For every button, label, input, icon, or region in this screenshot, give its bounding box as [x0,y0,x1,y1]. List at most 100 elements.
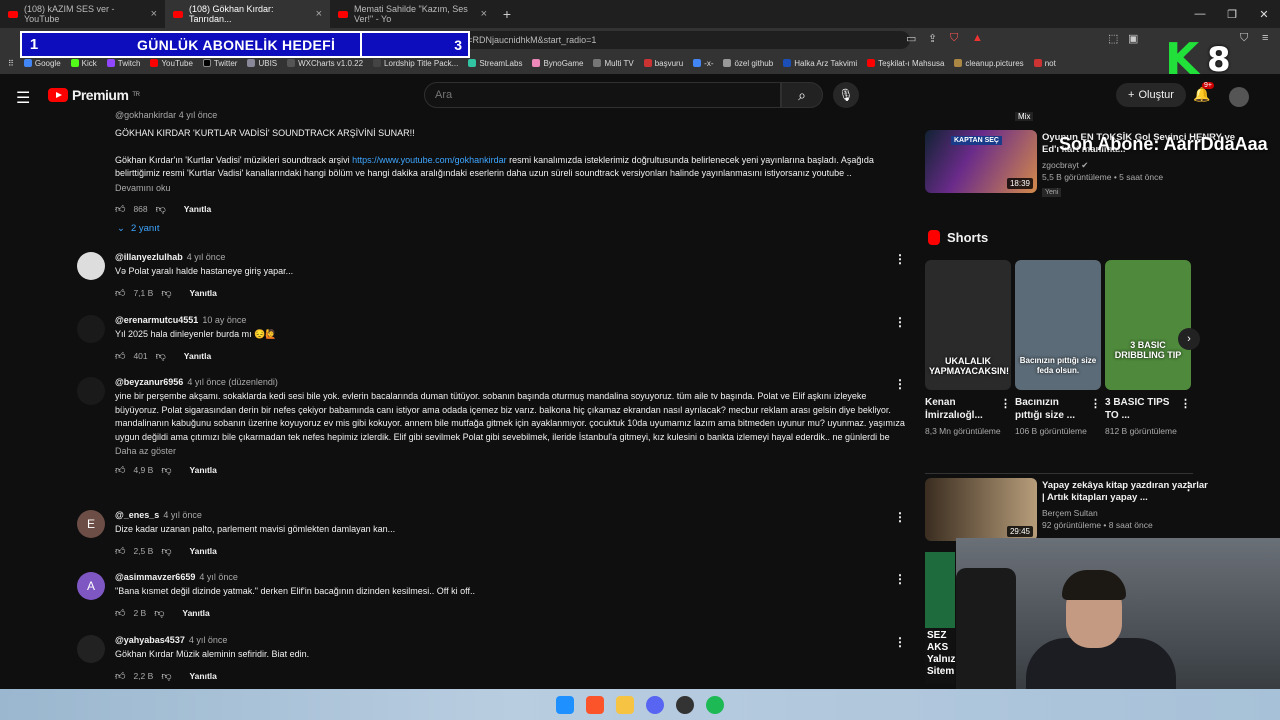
maximize-icon[interactable]: ❐ [1216,0,1248,28]
channel-name[interactable]: Berçem Sultan [1042,508,1098,518]
bookmark-twitch[interactable]: Twitch [106,59,140,68]
comment-time[interactable]: 4 yıl önce [199,572,238,582]
reply-button[interactable]: Yanıtla [189,465,216,475]
channel-name[interactable]: zgocbrayt [1042,160,1079,170]
discord-icon[interactable] [646,695,664,714]
dislike-icon[interactable]: 👎︎ [161,670,171,682]
bookmark-google[interactable]: Google [23,59,61,68]
comment-time[interactable]: 4 yıl önce [163,510,202,520]
comment-author[interactable]: @_enes_s [115,510,159,520]
comment-time[interactable]: 4 yıl önce (düzenlendi) [187,377,278,387]
comment-author[interactable]: @beyzanur6956 [115,377,183,387]
brave-icon[interactable] [586,695,604,714]
dislike-icon[interactable]: 👎︎ [156,203,166,215]
bookmark-ubis[interactable]: UBIS [247,59,277,68]
like-icon[interactable]: 👍︎ [115,545,125,557]
reply-button[interactable]: Yanıtla [182,608,209,618]
video-thumbnail[interactable]: KAPTAN SEÇ 18:39 [925,130,1037,193]
bookmark-kick[interactable]: Kick [70,59,97,68]
more-options-icon[interactable]: ⋮ [1000,398,1011,411]
avatar[interactable] [77,252,105,280]
close-icon[interactable]: × [481,8,487,20]
start-icon[interactable] [556,695,574,714]
brave-rewards-icon[interactable]: ▲ [972,32,983,44]
video-thumbnail[interactable]: 29:45 [925,478,1037,541]
share-icon[interactable]: ⇪ [928,32,937,45]
like-icon[interactable]: 👍︎ [115,287,125,299]
reply-button[interactable]: Yanıtla [189,671,216,681]
chevron-right-icon[interactable]: › [1178,328,1200,350]
bookmark-wxcharts[interactable]: WXCharts v1.0.22 [287,59,363,68]
menu-icon[interactable]: ☰ [16,88,30,108]
bookmark-streamlabs[interactable]: StreamLabs [468,59,522,68]
like-icon[interactable]: 👍︎ [115,203,125,215]
more-options-icon[interactable]: ⋮ [1090,398,1101,411]
short-thumbnail[interactable]: Bacınızın pıttığı size feda olsun. [1015,260,1101,390]
obs-icon[interactable] [676,695,694,714]
apps-icon[interactable]: ⠿ [8,59,14,68]
dislike-icon[interactable]: 👎︎ [156,350,166,362]
search-input[interactable] [424,82,781,108]
new-tab-icon[interactable]: + [495,6,519,22]
comment-time[interactable]: 4 yıl önce [189,635,228,645]
bookmark-youtube[interactable]: YouTube [150,59,193,68]
account-avatar[interactable] [1229,87,1249,107]
close-icon[interactable]: × [151,8,157,20]
dislike-icon[interactable]: 👎︎ [161,545,171,557]
short-title[interactable]: Kenan İmirzalıoğl... [925,396,997,422]
short-info[interactable]: 3 BASIC TIPS TO ... 812 B görüntüleme ⋮ [1105,396,1191,437]
browser-tab[interactable]: (108) kAZIM SES ver - YouTube × [0,0,165,28]
search-button[interactable]: ⌕ [781,82,823,108]
short-title[interactable]: 3 BASIC TIPS TO ... [1105,396,1177,422]
bookmark-twitter[interactable]: Twitter [202,59,237,68]
dislike-icon[interactable]: 👎︎ [161,287,171,299]
short-title[interactable]: Bacınızın pıttığı size ... [1015,396,1087,422]
channel-link[interactable]: https://www.youtube.com/gokhankirdar [352,155,507,165]
more-options-icon[interactable]: ⋮ [894,572,906,586]
spotify-icon[interactable] [706,695,724,714]
dislike-icon[interactable]: 👎︎ [161,464,171,476]
avatar[interactable]: A [77,572,105,600]
more-options-icon[interactable]: ⋮ [1180,398,1191,411]
bookmark-x[interactable]: -x- [693,59,713,68]
browser-tab-active[interactable]: (108) Gökhan Kırdar: Tanrıdan... × [165,0,330,28]
brave-shield-icon[interactable]: ⛉ [950,32,958,45]
reply-button[interactable]: Yanıtla [189,546,216,556]
like-icon[interactable]: 👍︎ [115,607,125,619]
read-more-link[interactable]: Devamını oku [115,183,905,193]
reply-button[interactable]: Yanıtla [189,288,216,298]
short-thumbnail[interactable]: 3 BASIC DRIBBLING TIP [1105,260,1191,390]
avatar[interactable] [77,377,105,405]
more-options-icon[interactable]: ⋮ [894,315,906,329]
comment-time[interactable]: 10 ay önce [202,315,246,325]
reply-button[interactable]: Yanıtla [184,204,211,214]
screen-icon[interactable]: ▭ [906,32,916,45]
bookmark-teskilat[interactable]: Teşkilat-ı Mahsusa [867,59,944,68]
short-info[interactable]: Bacınızın pıttığı size ... 106 B görüntül… [1015,396,1101,437]
like-icon[interactable]: 👍︎ [115,350,125,362]
reply-button[interactable]: Yanıtla [184,351,211,361]
browser-tab[interactable]: Memati Sahilde "Kazım, Ses Ver!" - Yo × [330,0,495,28]
comment-author[interactable]: @yahyabas4537 [115,635,185,645]
like-icon[interactable]: 👍︎ [115,670,125,682]
avatar[interactable] [77,315,105,343]
bookmark-basvuru[interactable]: başvuru [643,59,683,68]
show-replies-button[interactable]: ⌄ 2 yanıt [117,223,160,234]
bookmark-multitv[interactable]: Multi TV [593,59,634,68]
more-options-icon[interactable]: ⋮ [894,252,906,266]
more-options-icon[interactable]: ⋮ [894,377,906,391]
more-options-icon[interactable]: ⋮ [894,510,906,524]
create-button[interactable]: + Oluştur [1116,83,1186,107]
comment-author[interactable]: @erenarmutcu4551 [115,315,198,325]
folder-icon[interactable] [616,695,634,714]
bookmark-not[interactable]: not [1033,59,1056,68]
bookmark-halka-arz[interactable]: Halka Arz Takvimi [783,59,857,68]
extension-icon[interactable]: ▣ [1128,32,1138,45]
minimize-icon[interactable]: — [1184,0,1216,28]
comment-author[interactable]: @asimmavzer6659 [115,572,195,582]
youtube-logo[interactable]: Premium TR [48,87,140,103]
dislike-icon[interactable]: 👎︎ [154,607,164,619]
bookmark-cleanup[interactable]: cleanup.pictures [954,59,1024,68]
bookmark-github[interactable]: özel github [723,59,773,68]
comment-author[interactable]: @illanyezlulhab [115,252,183,262]
